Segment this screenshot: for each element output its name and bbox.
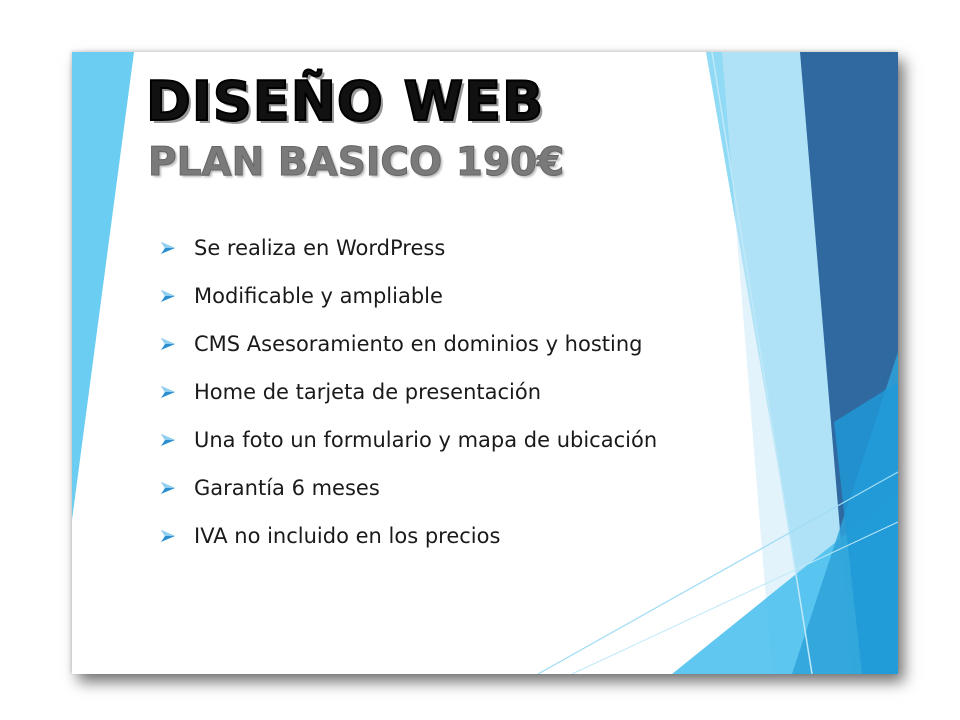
bullet-list: Se realiza en WordPress Modificable y am… bbox=[160, 224, 657, 560]
list-item: Garantía 6 meses bbox=[160, 464, 657, 512]
slide-title: DISEÑO WEB bbox=[145, 69, 545, 134]
bullet-text: Se realiza en WordPress bbox=[194, 236, 446, 260]
bullet-text: Una foto un formulario y mapa de ubicaci… bbox=[194, 428, 658, 452]
bullet-text: Garantía 6 meses bbox=[194, 476, 380, 500]
arrow-bullet-icon bbox=[161, 530, 175, 542]
bullet-text: CMS Asesoramiento en dominios y hosting bbox=[194, 332, 643, 356]
list-item: CMS Asesoramiento en dominios y hosting bbox=[160, 320, 657, 368]
arrow-bullet-icon bbox=[161, 242, 175, 254]
list-item: IVA no incluido en los precios bbox=[160, 512, 657, 560]
arrow-bullet-icon bbox=[161, 434, 175, 446]
bullet-text: IVA no incluido en los precios bbox=[194, 524, 501, 548]
arrow-bullet-icon bbox=[161, 338, 175, 350]
list-item: Una foto un formulario y mapa de ubicaci… bbox=[160, 416, 657, 464]
list-item: Home de tarjeta de presentación bbox=[160, 368, 657, 416]
arrow-bullet-icon bbox=[161, 482, 175, 494]
list-item: Se realiza en WordPress bbox=[160, 224, 657, 272]
slide: DISEÑO WEB PLAN BASICO 190€ Se realiza e… bbox=[72, 52, 898, 674]
left-accent-shape bbox=[72, 52, 134, 520]
arrow-bullet-icon bbox=[161, 386, 175, 398]
bullet-text: Home de tarjeta de presentación bbox=[194, 380, 542, 404]
list-item: Modificable y ampliable bbox=[160, 272, 657, 320]
page: DISEÑO WEB PLAN BASICO 190€ Se realiza e… bbox=[0, 0, 960, 720]
arrow-bullet-icon bbox=[161, 290, 175, 302]
slide-subtitle: PLAN BASICO 190€ bbox=[147, 140, 565, 186]
bullet-text: Modificable y ampliable bbox=[194, 284, 443, 308]
